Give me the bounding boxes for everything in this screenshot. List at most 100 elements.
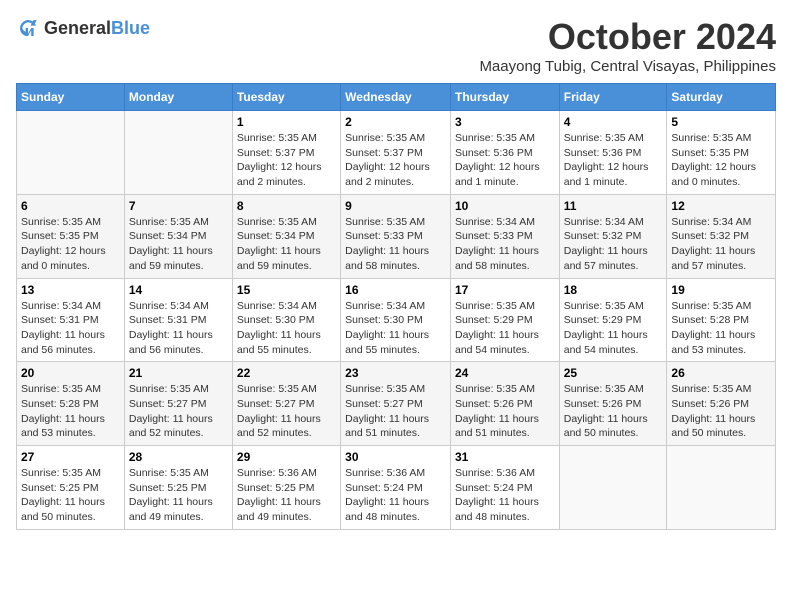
- calendar-table: Sunday Monday Tuesday Wednesday Thursday…: [16, 83, 776, 530]
- day-info: Sunrise: 5:35 AM Sunset: 5:26 PM Dayligh…: [455, 382, 555, 441]
- day-info: Sunrise: 5:35 AM Sunset: 5:27 PM Dayligh…: [129, 382, 228, 441]
- day-info: Sunrise: 5:35 AM Sunset: 5:29 PM Dayligh…: [455, 299, 555, 358]
- day-info: Sunrise: 5:35 AM Sunset: 5:28 PM Dayligh…: [21, 382, 120, 441]
- day-number: 22: [237, 366, 336, 380]
- day-number: 31: [455, 450, 555, 464]
- table-row: 27 Sunrise: 5:35 AM Sunset: 5:25 PM Dayli…: [17, 446, 125, 530]
- day-number: 28: [129, 450, 228, 464]
- header-monday: Monday: [124, 84, 232, 111]
- table-row: 20 Sunrise: 5:35 AM Sunset: 5:28 PM Dayli…: [17, 362, 125, 446]
- month-title: October 2024: [479, 16, 776, 58]
- day-info: Sunrise: 5:35 AM Sunset: 5:36 PM Dayligh…: [564, 131, 663, 190]
- table-row: 25 Sunrise: 5:35 AM Sunset: 5:26 PM Dayli…: [559, 362, 667, 446]
- header-saturday: Saturday: [667, 84, 776, 111]
- day-info: Sunrise: 5:35 AM Sunset: 5:25 PM Dayligh…: [21, 466, 120, 525]
- table-row: 28Sunrise: 5:35 AM Sunset: 5:25 PM Dayli…: [124, 446, 232, 530]
- day-info: Sunrise: 5:34 AM Sunset: 5:30 PM Dayligh…: [237, 299, 336, 358]
- day-number: 9: [345, 199, 446, 213]
- calendar-week-row: 6 Sunrise: 5:35 AM Sunset: 5:35 PM Daylig…: [17, 194, 776, 278]
- day-info: Sunrise: 5:34 AM Sunset: 5:31 PM Dayligh…: [21, 299, 120, 358]
- logo-general: General: [44, 18, 111, 39]
- day-number: 14: [129, 283, 228, 297]
- table-row: 30Sunrise: 5:36 AM Sunset: 5:24 PM Dayli…: [341, 446, 451, 530]
- day-number: 13: [21, 283, 120, 297]
- day-number: 6: [21, 199, 120, 213]
- day-info: Sunrise: 5:36 AM Sunset: 5:25 PM Dayligh…: [237, 466, 336, 525]
- table-row: [559, 446, 667, 530]
- table-row: 23 Sunrise: 5:35 AM Sunset: 5:27 PM Dayli…: [341, 362, 451, 446]
- table-row: 3 Sunrise: 5:35 AM Sunset: 5:36 PM Daylig…: [450, 111, 559, 195]
- day-number: 21: [129, 366, 228, 380]
- day-number: 26: [671, 366, 771, 380]
- day-number: 27: [21, 450, 120, 464]
- day-number: 23: [345, 366, 446, 380]
- day-info: Sunrise: 5:36 AM Sunset: 5:24 PM Dayligh…: [345, 466, 446, 525]
- logo-icon: [16, 16, 40, 40]
- table-row: [124, 111, 232, 195]
- table-row: 7Sunrise: 5:35 AM Sunset: 5:34 PM Daylig…: [124, 194, 232, 278]
- calendar-week-row: 13 Sunrise: 5:34 AM Sunset: 5:31 PM Dayli…: [17, 278, 776, 362]
- header-wednesday: Wednesday: [341, 84, 451, 111]
- logo-text: General Blue: [44, 18, 150, 39]
- table-row: [667, 446, 776, 530]
- table-row: 12 Sunrise: 5:34 AM Sunset: 5:32 PM Dayli…: [667, 194, 776, 278]
- day-info: Sunrise: 5:36 AM Sunset: 5:24 PM Dayligh…: [455, 466, 555, 525]
- day-info: Sunrise: 5:35 AM Sunset: 5:33 PM Dayligh…: [345, 215, 446, 274]
- table-row: 10Sunrise: 5:34 AM Sunset: 5:33 PM Dayli…: [450, 194, 559, 278]
- day-number: 25: [564, 366, 663, 380]
- logo-blue: Blue: [111, 18, 150, 39]
- day-info: Sunrise: 5:35 AM Sunset: 5:26 PM Dayligh…: [564, 382, 663, 441]
- page-header: General Blue October 2024 Maayong Tubig,…: [16, 16, 776, 75]
- day-number: 1: [237, 115, 336, 129]
- day-info: Sunrise: 5:35 AM Sunset: 5:27 PM Dayligh…: [237, 382, 336, 441]
- day-number: 2: [345, 115, 446, 129]
- header-thursday: Thursday: [450, 84, 559, 111]
- table-row: 26 Sunrise: 5:35 AM Sunset: 5:26 PM Dayli…: [667, 362, 776, 446]
- day-info: Sunrise: 5:35 AM Sunset: 5:26 PM Dayligh…: [671, 382, 771, 441]
- day-number: 15: [237, 283, 336, 297]
- day-number: 7: [129, 199, 228, 213]
- day-info: Sunrise: 5:35 AM Sunset: 5:35 PM Dayligh…: [671, 131, 771, 190]
- day-number: 12: [671, 199, 771, 213]
- day-number: 19: [671, 283, 771, 297]
- calendar-week-row: 1 Sunrise: 5:35 AM Sunset: 5:37 PM Daylig…: [17, 111, 776, 195]
- title-block: October 2024 Maayong Tubig, Central Visa…: [479, 16, 776, 75]
- day-info: Sunrise: 5:34 AM Sunset: 5:32 PM Dayligh…: [671, 215, 771, 274]
- table-row: 2 Sunrise: 5:35 AM Sunset: 5:37 PM Daylig…: [341, 111, 451, 195]
- day-number: 17: [455, 283, 555, 297]
- table-row: 11Sunrise: 5:34 AM Sunset: 5:32 PM Dayli…: [559, 194, 667, 278]
- day-number: 3: [455, 115, 555, 129]
- day-number: 5: [671, 115, 771, 129]
- day-number: 20: [21, 366, 120, 380]
- day-info: Sunrise: 5:35 AM Sunset: 5:35 PM Dayligh…: [21, 215, 120, 274]
- day-number: 4: [564, 115, 663, 129]
- calendar-header-row: Sunday Monday Tuesday Wednesday Thursday…: [17, 84, 776, 111]
- table-row: 22 Sunrise: 5:35 AM Sunset: 5:27 PM Dayli…: [232, 362, 340, 446]
- day-info: Sunrise: 5:35 AM Sunset: 5:37 PM Dayligh…: [237, 131, 336, 190]
- day-info: Sunrise: 5:35 AM Sunset: 5:37 PM Dayligh…: [345, 131, 446, 190]
- table-row: 21 Sunrise: 5:35 AM Sunset: 5:27 PM Dayli…: [124, 362, 232, 446]
- table-row: 18 Sunrise: 5:35 AM Sunset: 5:29 PM Dayli…: [559, 278, 667, 362]
- day-number: 8: [237, 199, 336, 213]
- day-number: 16: [345, 283, 446, 297]
- table-row: 8Sunrise: 5:35 AM Sunset: 5:34 PM Daylig…: [232, 194, 340, 278]
- day-info: Sunrise: 5:34 AM Sunset: 5:31 PM Dayligh…: [129, 299, 228, 358]
- table-row: 31 Sunrise: 5:36 AM Sunset: 5:24 PM Dayli…: [450, 446, 559, 530]
- table-row: 19Sunrise: 5:35 AM Sunset: 5:28 PM Dayli…: [667, 278, 776, 362]
- day-number: 11: [564, 199, 663, 213]
- day-number: 10: [455, 199, 555, 213]
- table-row: 1 Sunrise: 5:35 AM Sunset: 5:37 PM Daylig…: [232, 111, 340, 195]
- calendar-week-row: 20 Sunrise: 5:35 AM Sunset: 5:28 PM Dayli…: [17, 362, 776, 446]
- day-info: Sunrise: 5:35 AM Sunset: 5:27 PM Dayligh…: [345, 382, 446, 441]
- day-info: Sunrise: 5:35 AM Sunset: 5:29 PM Dayligh…: [564, 299, 663, 358]
- table-row: 13 Sunrise: 5:34 AM Sunset: 5:31 PM Dayli…: [17, 278, 125, 362]
- table-row: [17, 111, 125, 195]
- day-number: 18: [564, 283, 663, 297]
- day-number: 29: [237, 450, 336, 464]
- day-info: Sunrise: 5:35 AM Sunset: 5:36 PM Dayligh…: [455, 131, 555, 190]
- header-friday: Friday: [559, 84, 667, 111]
- table-row: 15 Sunrise: 5:34 AM Sunset: 5:30 PM Dayli…: [232, 278, 340, 362]
- logo: General Blue: [16, 16, 150, 40]
- calendar-week-row: 27 Sunrise: 5:35 AM Sunset: 5:25 PM Dayli…: [17, 446, 776, 530]
- table-row: 5 Sunrise: 5:35 AM Sunset: 5:35 PM Daylig…: [667, 111, 776, 195]
